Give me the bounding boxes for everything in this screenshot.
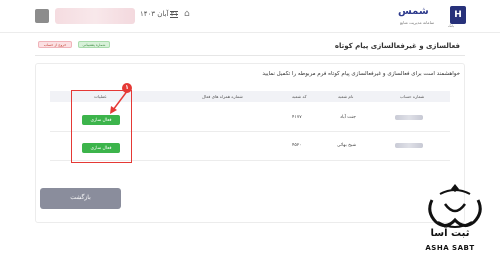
- support-badge[interactable]: شماره پشتیبانی: [78, 41, 110, 48]
- watermark-subtext: ASHA SABT: [425, 244, 475, 252]
- branch-code-cell: ۴۱۷۷: [292, 115, 302, 120]
- brand-name: شمس: [398, 6, 429, 17]
- column-header-mobile: شماره همراه های فعال: [202, 94, 243, 99]
- brand-subtitle: سامانه مدیریت منابع: [400, 20, 435, 25]
- logout-badge[interactable]: خروج از حساب: [38, 41, 72, 48]
- brand-logo: شمس سامانه مدیریت منابع: [398, 6, 448, 28]
- watermark-text: ثبت آسا: [430, 228, 470, 239]
- account-number-blurred: [395, 115, 423, 120]
- bank-logo-subtitle: بانک: [448, 24, 455, 28]
- back-button[interactable]: بازگشت: [40, 188, 121, 209]
- bank-logo: H: [450, 6, 466, 24]
- page-title: فعالسازی و غیرفعالسازی پیام کوتاه: [334, 42, 460, 50]
- top-header: ۲۱ آبان ۱۴۰۳ ⌂ شمس سامانه مدیریت منابع H…: [0, 0, 500, 33]
- divider: [35, 55, 465, 56]
- column-header-branch-name: نام شعبه: [338, 94, 354, 99]
- annotation-step-marker: ۱: [122, 83, 132, 93]
- branch-name-cell: شیخ بهائی: [337, 143, 357, 148]
- column-header-branch-code: کد شعبه: [292, 94, 307, 99]
- account-number-blurred: [395, 143, 423, 148]
- branch-code-cell: ۴۵۲۰: [292, 143, 302, 148]
- user-avatar[interactable]: [35, 9, 49, 23]
- user-name-blurred: [55, 8, 135, 24]
- home-icon[interactable]: ⌂: [184, 9, 190, 19]
- branch-name-cell: جنت آباد: [340, 115, 356, 120]
- menu-icon[interactable]: [170, 11, 178, 18]
- instruction-text: خواهشمند است برای فعالسازی و غیرفعالسازی…: [262, 71, 460, 77]
- column-header-account: شماره حساب: [400, 94, 425, 99]
